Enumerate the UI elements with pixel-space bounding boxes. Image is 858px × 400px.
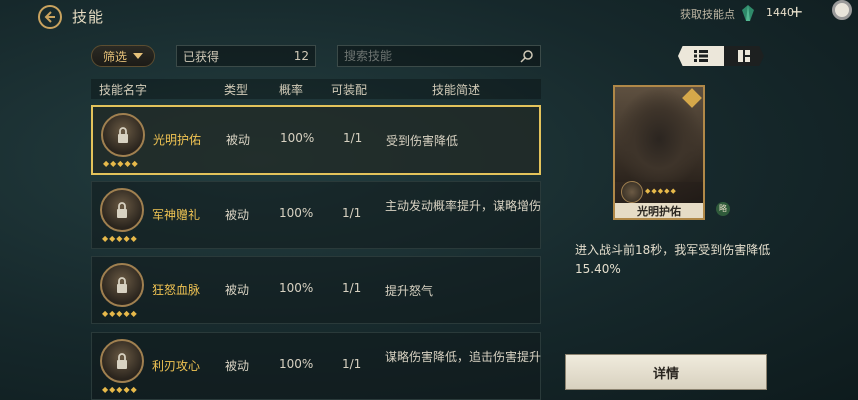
skill-type: 被动 [225,283,250,297]
gem-icon [742,5,754,21]
header-skill-name: 技能名字 [99,83,148,97]
search-icon[interactable] [520,49,534,63]
search-input[interactable] [344,49,520,63]
skill-rate: 100% [279,206,314,220]
skill-card: ◆◆◆◆◆ 光明护佑 [613,85,705,220]
add-points-button[interactable]: + [790,2,803,21]
skill-rate: 100% [280,131,315,145]
skill-rate: 100% [279,357,314,371]
skill-row-1[interactable]: ◆◆◆◆◆ 光明护佑 被动 100% 1/1 受到伤害降低 [91,105,541,175]
skill-avatar [100,263,144,307]
skill-description: 提升怒气 [385,284,434,298]
lock-icon [117,353,127,369]
filter-label: 筛选 [102,49,127,64]
lock-icon [118,127,128,143]
grid-view-toggle[interactable] [724,46,764,66]
skill-type: 被动 [225,208,250,222]
skill-row-3[interactable]: ◆◆◆◆◆ 狂怒血脉 被动 100% 1/1 提升怒气 [91,256,541,324]
skill-rate: 100% [279,281,314,295]
card-skill-name: 光明护佑 [615,203,703,218]
grid-icon [738,50,750,62]
lock-icon [117,202,127,218]
skill-name: 利刃攻心 [152,359,201,373]
lock-icon [117,277,127,293]
skill-avatar [100,339,144,383]
dropdown-triangle-icon [133,53,143,59]
skill-type: 被动 [226,133,251,147]
skill-row-4[interactable]: ◆◆◆◆◆ 利刃攻心 被动 100% 1/1 谋略伤害降低，追击伤害提升 [91,332,541,400]
skill-name: 光明护佑 [153,133,202,147]
star-rating: ◆◆◆◆◆ [102,385,138,394]
search-bar[interactable] [337,45,541,67]
skill-avatar [100,188,144,232]
skill-points-label: 获取技能点 [680,8,735,21]
back-button[interactable] [38,5,62,29]
corner-menu-icon[interactable] [832,0,852,20]
details-button[interactable]: 详情 [565,354,767,390]
owned-count: 12 [293,49,309,63]
skill-equip: 1/1 [342,206,362,220]
page-title: 技能 [72,8,105,26]
star-rating: ◆◆◆◆◆ [102,309,138,318]
filter-dropdown[interactable]: 筛选 [91,45,155,67]
star-rating: ◆◆◆◆◆ [102,234,138,243]
skill-equip: 1/1 [342,357,362,371]
list-view-toggle[interactable] [678,46,724,66]
skill-row-2[interactable]: ◆◆◆◆◆ 军神赠礼 被动 100% 1/1 主动发动概率提升，谋略增伤 [91,181,541,249]
card-star-rating: ◆◆◆◆◆ [645,187,677,195]
skill-name: 狂怒血脉 [152,283,201,297]
skill-description: 谋略伤害降低，追击伤害提升 [385,350,542,364]
skill-description: 主动发动概率提升，谋略增伤 [385,199,542,213]
list-icon [694,50,708,62]
back-arrow-icon [44,11,55,23]
skill-avatar [101,113,145,157]
owned-count-box: 已获得 12 [176,45,316,67]
header-description: 技能简述 [432,83,481,97]
header-rate: 概率 [279,83,304,97]
skill-type: 被动 [225,359,250,373]
skill-name: 军神赠礼 [152,208,201,222]
star-rating: ◆◆◆◆◆ [103,159,139,168]
owned-label: 已获得 [183,49,220,64]
header-equip: 可装配 [331,83,368,97]
card-avatar [621,181,643,203]
skill-detail-description: 进入战斗前18秒，我军受到伤害降低15.40% [575,243,771,276]
skill-equip: 1/1 [342,281,362,295]
header-type: 类型 [224,83,249,97]
strategy-tag-icon: 略 [716,202,730,216]
skill-equip: 1/1 [343,131,363,145]
skill-description: 受到伤害降低 [386,134,459,148]
